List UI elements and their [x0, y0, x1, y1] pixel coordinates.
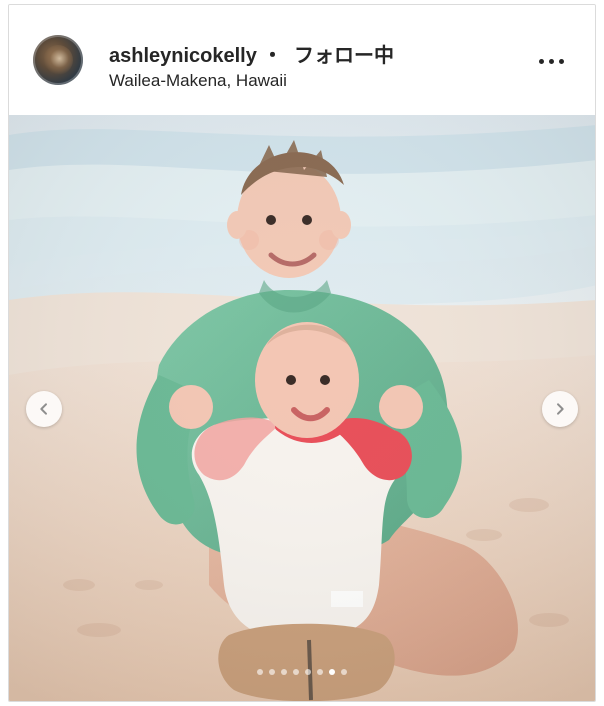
carousel-dot: [257, 669, 263, 675]
photo-illustration: [9, 115, 595, 701]
more-options-button[interactable]: [531, 49, 571, 73]
carousel-dot: [305, 669, 311, 675]
carousel-dot: [341, 669, 347, 675]
follow-status[interactable]: フォロー中: [294, 45, 394, 67]
carousel-dot: [293, 669, 299, 675]
carousel-dot-active: [329, 669, 335, 675]
carousel-dot: [269, 669, 275, 675]
carousel-prev-button[interactable]: [26, 391, 62, 427]
more-horizontal-icon: [548, 58, 554, 64]
carousel-dot: [281, 669, 287, 675]
post-card: ashleynicokelly ・ フォロー中 Wailea-Makena, H…: [8, 4, 596, 702]
more-horizontal-icon: [538, 58, 544, 64]
carousel-indicator: [9, 669, 595, 675]
more-horizontal-icon: [558, 58, 564, 64]
chevron-right-icon: [557, 403, 564, 415]
post-header: ashleynicokelly ・ フォロー中 Wailea-Makena, H…: [9, 5, 595, 115]
chevron-left-icon: [40, 403, 47, 415]
profile-avatar[interactable]: [33, 35, 83, 85]
post-title-line: ashleynicokelly ・ フォロー中: [109, 39, 394, 68]
username-link[interactable]: ashleynicokelly: [109, 45, 257, 67]
separator: ・: [262, 45, 283, 67]
carousel-next-button[interactable]: [542, 391, 578, 427]
carousel-dot: [317, 669, 323, 675]
post-photo[interactable]: [9, 115, 595, 701]
post-location[interactable]: Wailea-Makena, Hawaii: [109, 71, 287, 91]
